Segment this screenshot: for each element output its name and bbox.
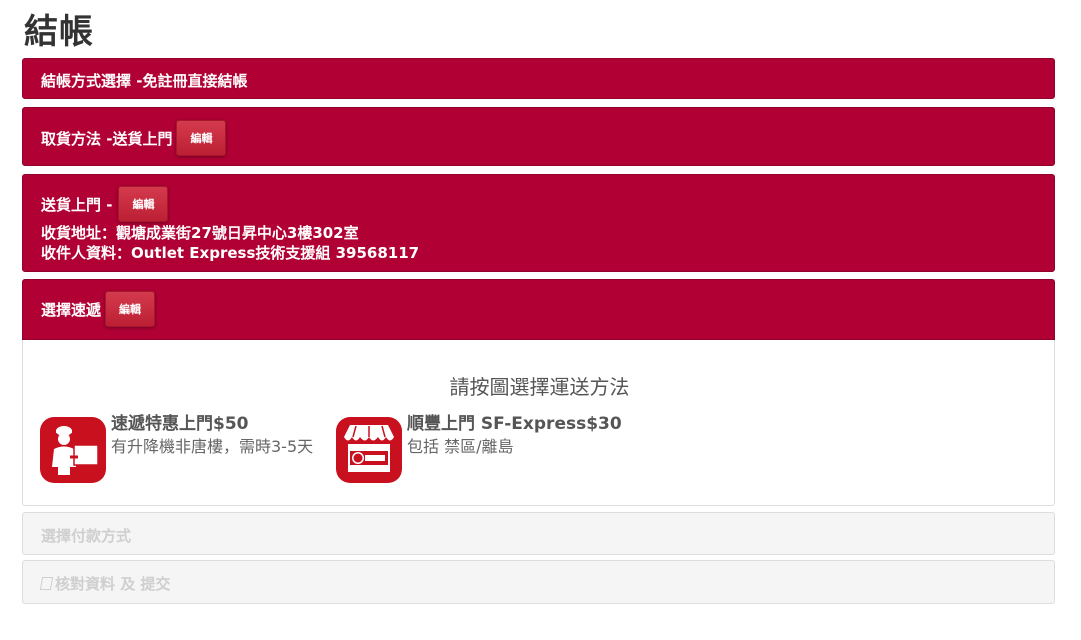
courier-heading: 選擇速遞 — [41, 300, 102, 319]
checkout-method-panel: 結帳方式選擇 -免註冊直接結帳 — [22, 58, 1055, 99]
shipping-option-sf-express[interactable]: 順豐上門 SF-Express$30 包括 禁區/離島 — [336, 413, 622, 483]
recipient-info: 收件人資料：Outlet Express技術支援組 39568117 — [41, 244, 420, 262]
sf-express-store-icon[interactable] — [336, 417, 402, 483]
courier-option-desc: 有升降機非唐樓，需時3-5天 — [111, 437, 314, 456]
courier-option-title: 速遞特惠上門$50 — [111, 414, 249, 434]
shipping-option-courier[interactable]: 速遞特惠上門$50 有升降機非唐樓，需時3-5天 — [40, 413, 313, 483]
courier-delivery-icon[interactable] — [40, 417, 106, 483]
pickup-method-panel: 取貨方法 -送貨上門 編輯 — [22, 107, 1055, 166]
payment-method-heading: 選擇付款方式 — [41, 527, 132, 545]
shipping-prompt: 請按圖選擇運送方法 — [449, 375, 630, 399]
page-title: 結帳 — [24, 12, 94, 52]
sf-option-title: 順豐上門 SF-Express$30 — [407, 414, 622, 434]
review-submit-heading: 核對資料 及 提交 — [55, 575, 171, 593]
review-submit-panel: 核對資料 及 提交 — [22, 560, 1055, 604]
courier-select-panel: 選擇速遞 編輯 請按圖選擇運送方法 速遞特惠上門$50 有升降機非唐樓，需時3-… — [22, 279, 1055, 506]
delivery-heading: 送貨上門 - — [41, 195, 113, 214]
delivery-address-panel: 送貨上門 - 編輯 收貨地址：觀塘成業街27號日昇中心3樓302室 收件人資料：… — [22, 174, 1055, 272]
sf-option-desc: 包括 禁區/離島 — [407, 437, 514, 456]
checkbox-icon — [39, 577, 54, 590]
edit-courier-button[interactable]: 編輯 — [105, 291, 156, 327]
edit-pickup-method-button[interactable]: 編輯 — [176, 120, 227, 156]
checkout-method-heading: 結帳方式選擇 -免註冊直接結帳 — [41, 72, 248, 90]
edit-delivery-button[interactable]: 編輯 — [118, 186, 169, 222]
payment-method-panel: 選擇付款方式 — [22, 512, 1055, 555]
delivery-address: 收貨地址：觀塘成業街27號日昇中心3樓302室 — [41, 224, 359, 242]
pickup-method-heading: 取貨方法 -送貨上門 — [41, 129, 173, 148]
